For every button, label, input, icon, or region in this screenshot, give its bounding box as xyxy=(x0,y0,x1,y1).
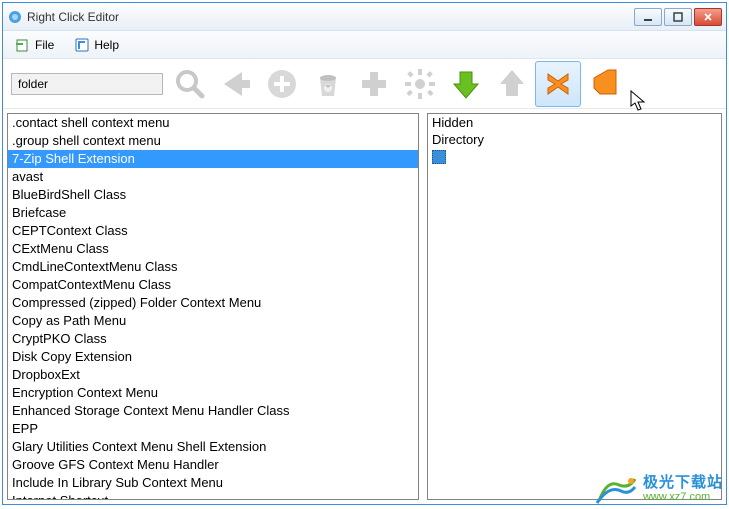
maximize-button[interactable] xyxy=(664,8,692,26)
detail-directory: Directory xyxy=(428,131,721,148)
help-icon xyxy=(74,37,90,53)
list-item[interactable]: Glary Utilities Context Menu Shell Exten… xyxy=(8,438,418,456)
delete-x-button[interactable] xyxy=(535,61,581,107)
list-item[interactable]: Encryption Context Menu xyxy=(8,384,418,402)
list-item[interactable]: EPP xyxy=(8,420,418,438)
list-item[interactable]: Copy as Path Menu xyxy=(8,312,418,330)
menu-help-label: Help xyxy=(94,38,119,52)
search-button[interactable] xyxy=(167,61,213,107)
list-item[interactable]: Disk Copy Extension xyxy=(8,348,418,366)
menu-help[interactable]: Help xyxy=(70,35,123,55)
list-item[interactable]: CryptPKO Class xyxy=(8,330,418,348)
bookmark-button[interactable] xyxy=(581,61,627,107)
context-menu-list[interactable]: .contact shell context menu.group shell … xyxy=(8,114,418,499)
detail-small-icon xyxy=(432,150,446,164)
list-item[interactable]: CompatContextMenu Class xyxy=(8,276,418,294)
list-item[interactable]: DropboxExt xyxy=(8,366,418,384)
app-window: Right Click Editor File Help .contac xyxy=(2,2,727,505)
left-pane: .contact shell context menu.group shell … xyxy=(7,113,419,500)
settings-button[interactable] xyxy=(397,61,443,107)
list-item[interactable]: Groove GFS Context Menu Handler xyxy=(8,456,418,474)
app-icon xyxy=(7,9,23,25)
list-item[interactable]: Include In Library Sub Context Menu xyxy=(8,474,418,492)
list-item[interactable]: Briefcase xyxy=(8,204,418,222)
detail-icon-slot xyxy=(428,148,721,169)
list-item[interactable]: .contact shell context menu xyxy=(8,114,418,132)
list-item[interactable]: CEPTContext Class xyxy=(8,222,418,240)
list-item[interactable]: Enhanced Storage Context Menu Handler Cl… xyxy=(8,402,418,420)
detail-hidden: Hidden xyxy=(428,114,721,131)
list-item[interactable]: 7-Zip Shell Extension xyxy=(8,150,418,168)
list-item[interactable]: Internet Shortcut xyxy=(8,492,418,499)
add-circle-button[interactable] xyxy=(259,61,305,107)
close-button[interactable] xyxy=(694,8,722,26)
minimize-button[interactable] xyxy=(634,8,662,26)
split-pane: .contact shell context menu.group shell … xyxy=(3,109,726,504)
file-icon xyxy=(15,37,31,53)
menu-file-label: File xyxy=(35,38,54,52)
menu-file[interactable]: File xyxy=(11,35,58,55)
window-controls xyxy=(634,8,722,26)
up-arrow-button[interactable] xyxy=(489,61,535,107)
list-item[interactable]: avast xyxy=(8,168,418,186)
right-pane: Hidden Directory xyxy=(427,113,722,500)
window-title: Right Click Editor xyxy=(27,10,634,24)
menubar: File Help xyxy=(3,31,726,59)
trash-button[interactable] xyxy=(305,61,351,107)
list-item[interactable]: .group shell context menu xyxy=(8,132,418,150)
search-input[interactable] xyxy=(11,73,163,95)
list-item[interactable]: Compressed (zipped) Folder Context Menu xyxy=(8,294,418,312)
plus-button[interactable] xyxy=(351,61,397,107)
back-button[interactable] xyxy=(213,61,259,107)
list-item[interactable]: BlueBirdShell Class xyxy=(8,186,418,204)
titlebar: Right Click Editor xyxy=(3,3,726,31)
toolbar xyxy=(3,59,726,109)
list-item[interactable]: CmdLineContextMenu Class xyxy=(8,258,418,276)
list-item[interactable]: CExtMenu Class xyxy=(8,240,418,258)
down-arrow-button[interactable] xyxy=(443,61,489,107)
